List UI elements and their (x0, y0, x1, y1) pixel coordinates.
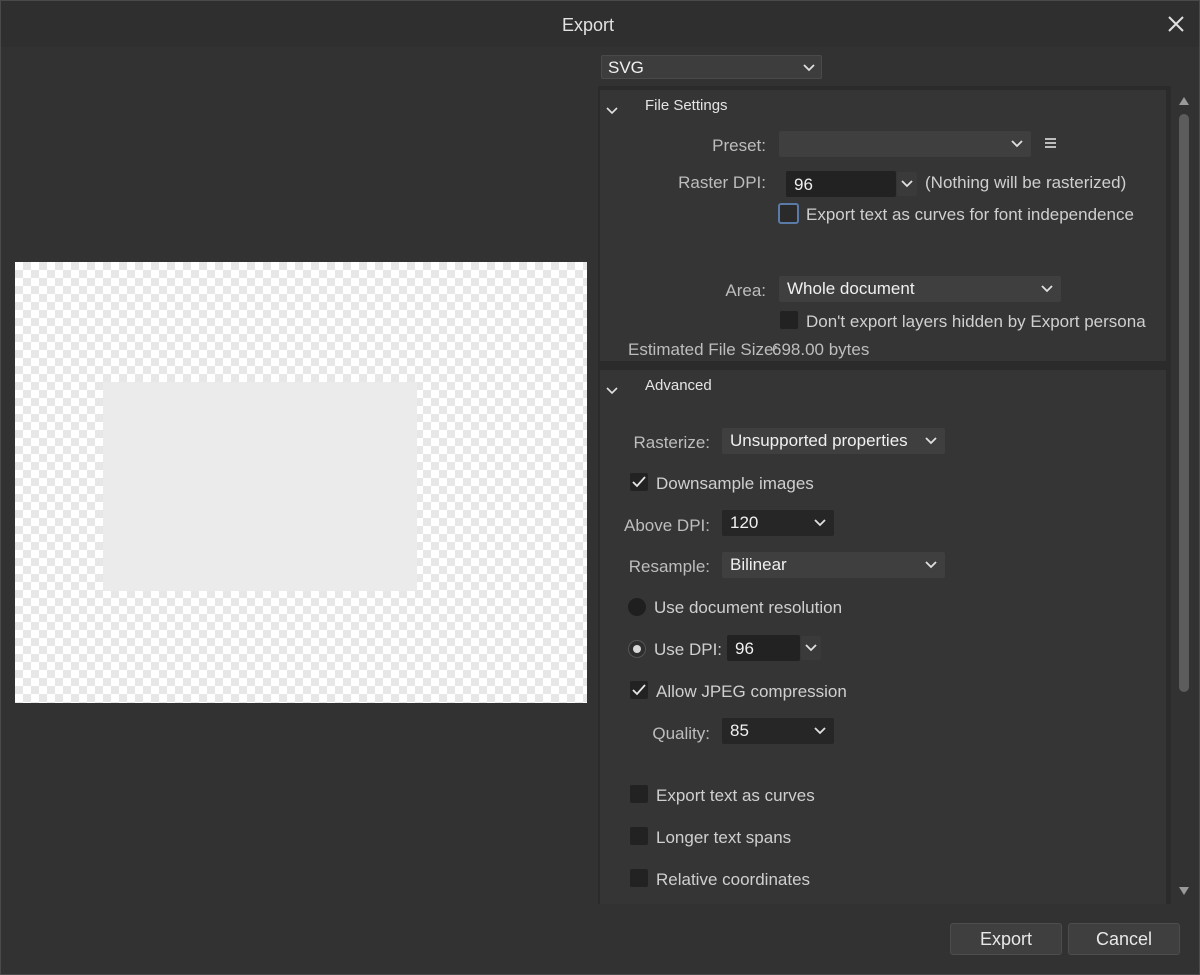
relative-coordinates-checkbox[interactable] (630, 869, 648, 887)
dialog-title: Export (561, 15, 615, 35)
downsample-label: Downsample images (656, 474, 814, 493)
text-as-curves-label: Export text as curves for font independe… (806, 205, 1134, 224)
radio-dot-icon (633, 645, 641, 653)
title-bar: Export (1, 1, 1199, 47)
chevron-down-icon (925, 561, 937, 569)
raster-dpi-value: 96 (794, 175, 813, 194)
above-dpi-label: Above DPI: (624, 516, 710, 535)
use-document-resolution-radio[interactable] (628, 598, 646, 616)
chevron-down-icon (925, 437, 937, 445)
area-label: Area: (725, 281, 766, 300)
estimated-size-label: Estimated File Size: (628, 340, 779, 359)
format-dropdown[interactable]: SVG (601, 55, 822, 79)
checkmark-icon (632, 684, 646, 696)
export-button[interactable]: Export (950, 923, 1062, 955)
chevron-down-icon (1041, 285, 1053, 293)
file-settings-header[interactable]: File Settings (600, 90, 1166, 122)
chevron-down-icon (814, 727, 826, 735)
scroll-up-icon[interactable] (1178, 94, 1190, 106)
above-dpi-dropdown[interactable]: 120 (722, 510, 834, 536)
longer-text-spans-checkbox[interactable] (630, 827, 648, 845)
export-text-curves-label: Export text as curves (656, 786, 815, 805)
scroll-down-icon[interactable] (1178, 884, 1190, 896)
longer-text-spans-label: Longer text spans (656, 828, 792, 847)
raster-dpi-note: (Nothing will be rasterized) (925, 173, 1127, 192)
raster-dpi-dropdown-button[interactable] (897, 172, 917, 196)
use-dpi-radio[interactable] (628, 640, 646, 658)
format-value: SVG (608, 58, 644, 77)
hidden-layers-checkbox[interactable] (780, 311, 798, 329)
quality-dropdown[interactable]: 85 (722, 718, 834, 744)
resample-dropdown[interactable]: Bilinear (722, 552, 945, 578)
preset-dropdown[interactable] (779, 131, 1031, 157)
use-dpi-field[interactable]: 96 (727, 635, 800, 661)
export-text-curves-checkbox[interactable] (630, 785, 648, 803)
advanced-title: Advanced (645, 377, 712, 394)
advanced-header[interactable]: Advanced (600, 370, 1166, 402)
resample-value: Bilinear (730, 555, 787, 574)
above-dpi-value: 120 (730, 513, 759, 532)
close-icon[interactable] (1165, 13, 1187, 35)
cancel-button[interactable]: Cancel (1068, 923, 1180, 955)
settings-panel: File Settings Preset: Raster DPI: 96 (No… (598, 86, 1171, 904)
collapse-arrow-icon (606, 102, 618, 120)
preview-shape (103, 382, 417, 591)
use-dpi-label: Use DPI: (654, 640, 723, 659)
jpeg-compression-checkbox[interactable] (630, 681, 648, 699)
rasterize-value: Unsupported properties (730, 431, 908, 450)
jpeg-compression-label: Allow JPEG compression (656, 682, 847, 701)
raster-dpi-label: Raster DPI: (678, 173, 766, 192)
raster-dpi-field[interactable]: 96 (786, 171, 896, 197)
preset-label: Preset: (712, 136, 766, 155)
file-settings-section: File Settings Preset: Raster DPI: 96 (No… (600, 90, 1166, 361)
quality-value: 85 (730, 721, 749, 740)
collapse-arrow-icon (606, 382, 618, 400)
relative-coordinates-label: Relative coordinates (656, 870, 811, 889)
preset-menu-icon[interactable] (1043, 138, 1059, 152)
rasterize-label: Rasterize: (633, 433, 710, 452)
resample-label: Resample: (628, 557, 710, 576)
area-dropdown[interactable]: Whole document (779, 276, 1061, 302)
rasterize-dropdown[interactable]: Unsupported properties (722, 428, 945, 454)
estimated-size-value: 698.00 bytes (772, 340, 870, 359)
chevron-down-icon (803, 64, 815, 72)
file-settings-title: File Settings (645, 97, 728, 114)
downsample-checkbox[interactable] (630, 473, 648, 491)
chevron-down-icon (814, 519, 826, 527)
use-dpi-value: 96 (735, 639, 754, 658)
advanced-section: Advanced Rasterize: Unsupported properti… (600, 370, 1166, 904)
chevron-down-icon (805, 644, 817, 652)
export-preview (15, 262, 587, 703)
use-document-resolution-label: Use document resolution (654, 598, 843, 617)
chevron-down-icon (901, 180, 913, 188)
hidden-layers-label: Don't export layers hidden by Export per… (806, 312, 1146, 331)
checkmark-icon (632, 476, 646, 488)
use-dpi-dropdown-button[interactable] (801, 636, 821, 660)
quality-label: Quality: (652, 724, 710, 743)
chevron-down-icon (1011, 140, 1023, 148)
settings-scrollbar[interactable] (1172, 86, 1196, 904)
area-value: Whole document (787, 279, 915, 298)
text-as-curves-checkbox[interactable] (778, 203, 799, 224)
scrollbar-thumb[interactable] (1179, 114, 1189, 692)
